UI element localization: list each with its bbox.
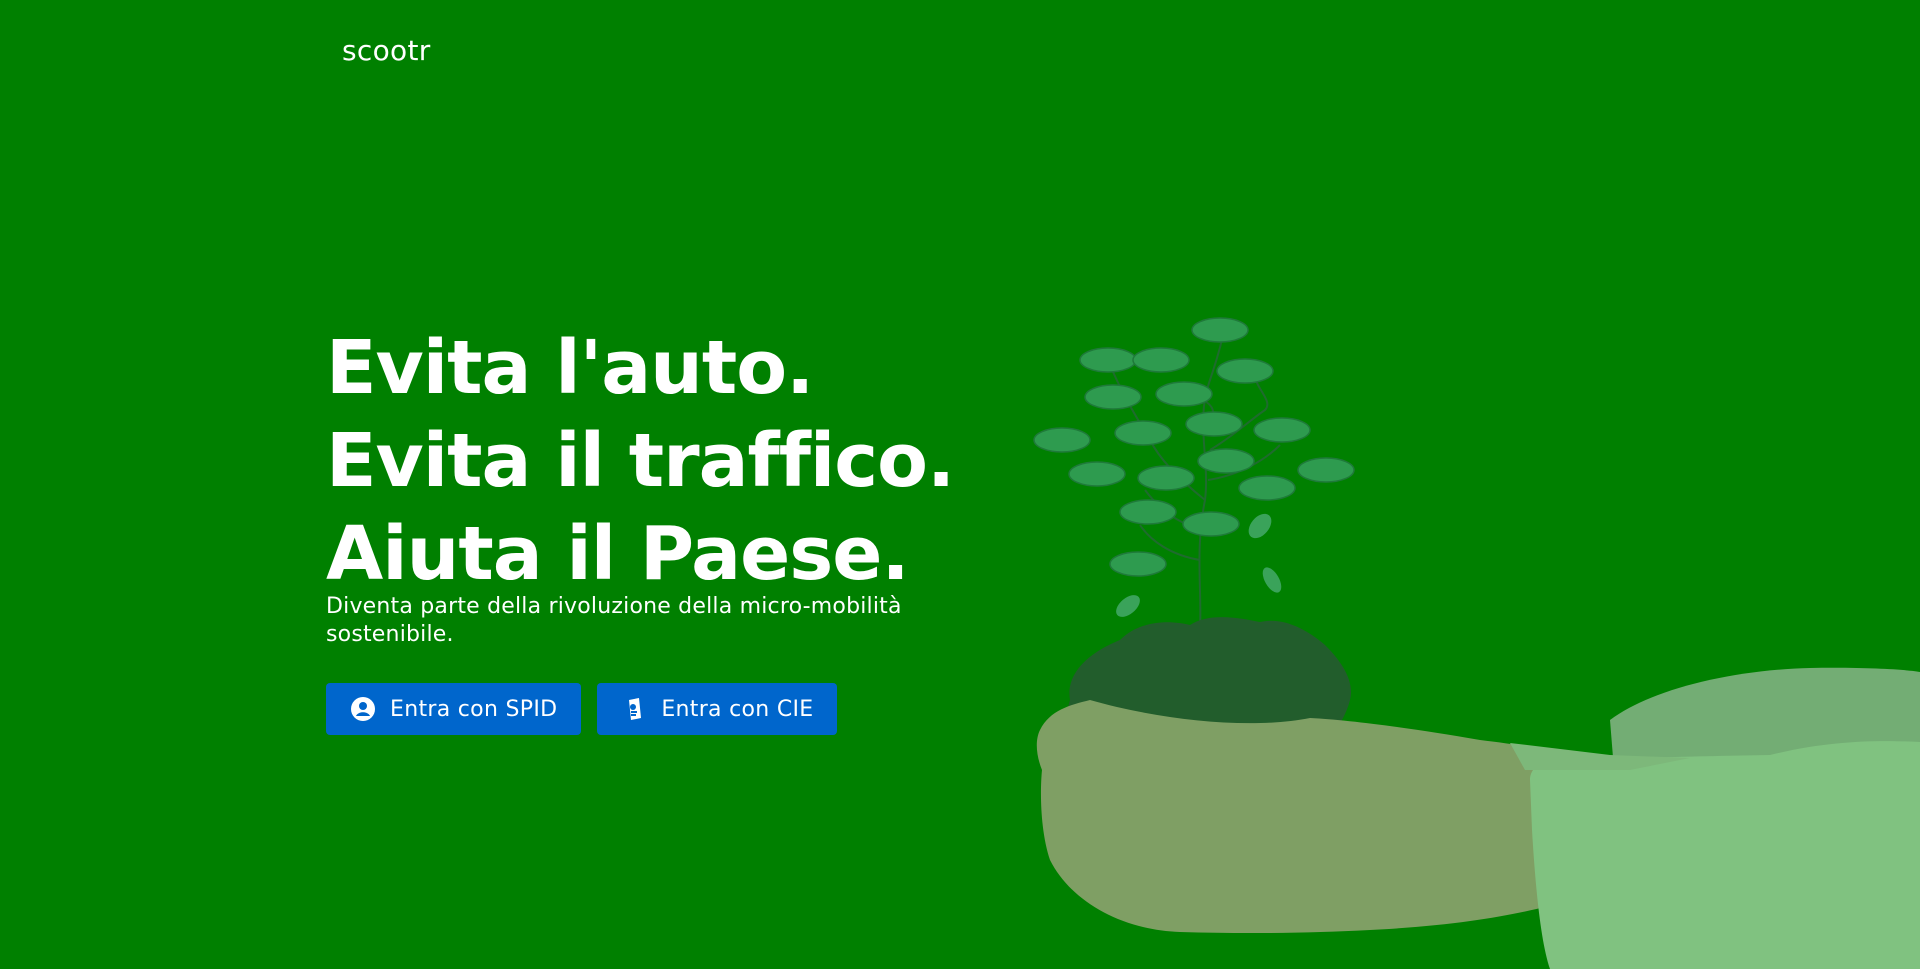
left-hand bbox=[1036, 700, 1570, 934]
cie-login-label: Entra con CIE bbox=[661, 696, 814, 722]
hero-subtitle: Diventa parte della rivoluzione della mi… bbox=[326, 594, 902, 647]
headline-line-1: Evita l'auto. bbox=[326, 325, 814, 411]
plant-leaves bbox=[1033, 317, 1355, 617]
spid-login-label: Entra con SPID bbox=[390, 696, 558, 722]
headline-line-3: Aiuta il Paese. bbox=[326, 511, 910, 597]
cie-login-button[interactable]: Entra con CIE bbox=[597, 683, 838, 735]
spid-login-button[interactable]: Entra con SPID bbox=[326, 683, 582, 735]
cie-card-icon bbox=[621, 696, 647, 722]
right-hand bbox=[1530, 741, 1920, 969]
hero-headline: Evita l'auto. Evita il traffico. Aiuta i… bbox=[326, 322, 966, 601]
plant-hands-illustration bbox=[1033, 317, 1920, 969]
brand-logo[interactable]: scootr bbox=[342, 34, 431, 67]
headline-line-2: Evita il traffico. bbox=[326, 418, 955, 504]
login-actions: Entra con SPID Entra con CIE bbox=[326, 683, 966, 735]
hero-section: Evita l'auto. Evita il traffico. Aiuta i… bbox=[326, 322, 966, 735]
user-circle-icon bbox=[350, 696, 376, 722]
